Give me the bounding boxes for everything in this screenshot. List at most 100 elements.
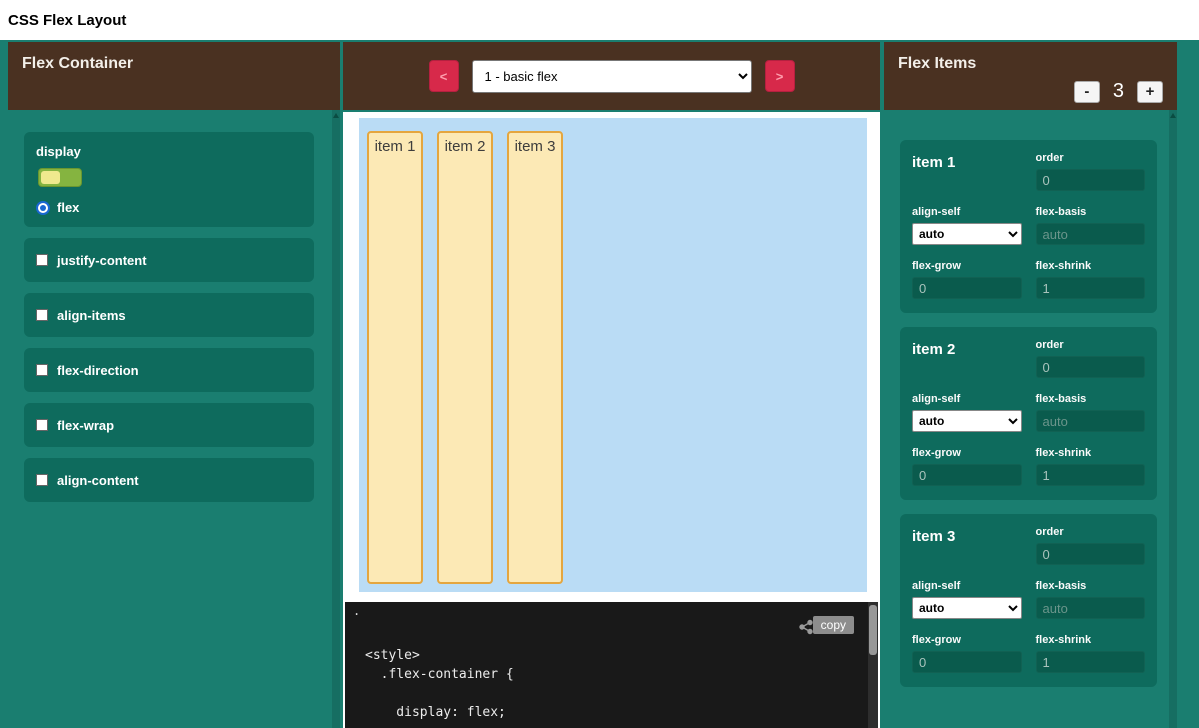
item-2-flex-basis-field: flex-basis [1036,393,1146,432]
item-3-panel: item 3 order align-self auto flex-basis [900,514,1157,687]
item-2-align-self-field: align-self auto [912,393,1022,432]
flex-basis-label: flex-basis [1036,206,1146,219]
next-example-button[interactable]: > [765,60,795,92]
property-panel-align-items[interactable]: align-items [24,293,314,337]
display-toggle-knob [41,171,60,184]
property-panel-justify-content[interactable]: justify-content [24,238,314,282]
scroll-up-icon [333,113,339,118]
item-3-flex-basis-field: flex-basis [1036,580,1146,619]
flex-container-controls: display flex justify-content align-item [8,110,340,502]
flex-items-scrollbar[interactable] [1169,110,1177,728]
preview-body: item 1 item 2 item 3 . [343,112,880,728]
order-label: order [1036,339,1146,352]
preview-column: < 1 - basic flex > item 1 item 2 item 3 … [343,42,880,728]
item-1-flex-grow-field: flex-grow [912,260,1022,299]
item-3-order-field: order [1036,526,1146,565]
property-panel-align-content[interactable]: align-content [24,458,314,502]
order-label: order [1036,152,1146,165]
item-2-flex-shrink-input[interactable] [1036,464,1146,486]
item-2-flex-shrink-field: flex-shrink [1036,447,1146,486]
flex-shrink-label: flex-shrink [1036,260,1146,273]
item-3-flex-shrink-field: flex-shrink [1036,634,1146,673]
align-content-checkbox[interactable] [36,474,48,486]
align-content-label: align-content [57,473,139,488]
flex-direction-checkbox[interactable] [36,364,48,376]
copy-button[interactable]: copy [813,616,854,634]
flex-container-preview: item 1 item 2 item 3 [359,118,867,592]
item-3-flex-shrink-input[interactable] [1036,651,1146,673]
item-2-align-self-select[interactable]: auto [912,410,1022,432]
display-flex-radio[interactable] [36,201,50,215]
radio-dot [40,205,46,211]
flex-wrap-checkbox[interactable] [36,419,48,431]
flex-container-scrollbar[interactable] [332,110,340,728]
flex-basis-label: flex-basis [1036,580,1146,593]
item-3-flex-grow-input[interactable] [912,651,1022,673]
align-items-checkbox[interactable] [36,309,48,321]
item-1-name: item 1 [912,154,1022,171]
item-1-flex-basis-input[interactable] [1036,223,1146,245]
preview-item-2-label: item 2 [445,138,486,155]
flex-shrink-label: flex-shrink [1036,447,1146,460]
flex-wrap-label: flex-wrap [57,418,114,433]
prev-example-button[interactable]: < [429,60,459,92]
code-stray-dot: . [353,604,360,618]
display-toggle[interactable] [38,168,82,187]
align-self-label: align-self [912,580,1022,593]
item-2-panel: item 2 order align-self auto flex-basis [900,327,1157,500]
code-scrollbar[interactable] [868,602,878,728]
preview-item-3: item 3 [507,131,563,584]
code-panel: . copy <style> .flex-container { [345,602,878,728]
increase-items-button[interactable]: + [1137,81,1163,103]
item-2-flex-basis-input[interactable] [1036,410,1146,432]
example-selector-header: < 1 - basic flex > [343,42,880,110]
item-3-order-input[interactable] [1036,543,1146,565]
item-1-order-field: order [1036,152,1146,191]
code-scrollbar-thumb[interactable] [869,605,877,655]
code-line: <style> [365,646,858,665]
title-bar: CSS Flex Layout [0,0,1199,40]
item-3-align-self-select[interactable]: auto [912,597,1022,619]
align-items-label: align-items [57,308,126,323]
item-2-order-field: order [1036,339,1146,378]
item-2-flex-grow-input[interactable] [912,464,1022,486]
preview-item-2: item 2 [437,131,493,584]
item-1-flex-grow-input[interactable] [912,277,1022,299]
align-self-label: align-self [912,206,1022,219]
property-panel-flex-direction[interactable]: flex-direction [24,348,314,392]
item-count: 3 [1113,80,1124,103]
example-select[interactable]: 1 - basic flex [472,60,752,93]
display-flex-radio-row: flex [36,200,302,215]
flex-items-body: item 1 order align-self auto flex-basis [884,110,1177,728]
flex-items-list: item 1 order align-self auto flex-basis [884,110,1177,687]
flex-grow-label: flex-grow [912,447,1022,460]
item-3-flex-basis-input[interactable] [1036,597,1146,619]
justify-content-checkbox[interactable] [36,254,48,266]
preview-item-3-label: item 3 [515,138,556,155]
flex-container-title: Flex Container [22,55,133,73]
item-1-flex-basis-field: flex-basis [1036,206,1146,245]
share-icon[interactable] [798,619,814,635]
property-panel-flex-wrap[interactable]: flex-wrap [24,403,314,447]
item-2-name: item 2 [912,341,1022,358]
item-count-controls: - 3 + [1074,80,1163,103]
scroll-up-icon [1170,113,1176,118]
flex-shrink-label: flex-shrink [1036,634,1146,647]
display-control-panel: display flex [24,132,314,227]
item-2-order-input[interactable] [1036,356,1146,378]
item-3-name: item 3 [912,528,1022,545]
decrease-items-button[interactable]: - [1074,81,1100,103]
main-layout: Flex Container display flex justify-cont… [0,42,1199,728]
align-self-label: align-self [912,393,1022,406]
item-1-align-self-select[interactable]: auto [912,223,1022,245]
flex-basis-label: flex-basis [1036,393,1146,406]
item-1-order-input[interactable] [1036,169,1146,191]
code-line: display: flex; [365,703,858,722]
item-1-flex-shrink-input[interactable] [1036,277,1146,299]
display-label: display [36,144,302,159]
item-1-flex-shrink-field: flex-shrink [1036,260,1146,299]
code-line [365,684,858,703]
order-label: order [1036,526,1146,539]
flex-container-column: Flex Container display flex justify-cont… [8,42,340,728]
item-3-flex-grow-field: flex-grow [912,634,1022,673]
